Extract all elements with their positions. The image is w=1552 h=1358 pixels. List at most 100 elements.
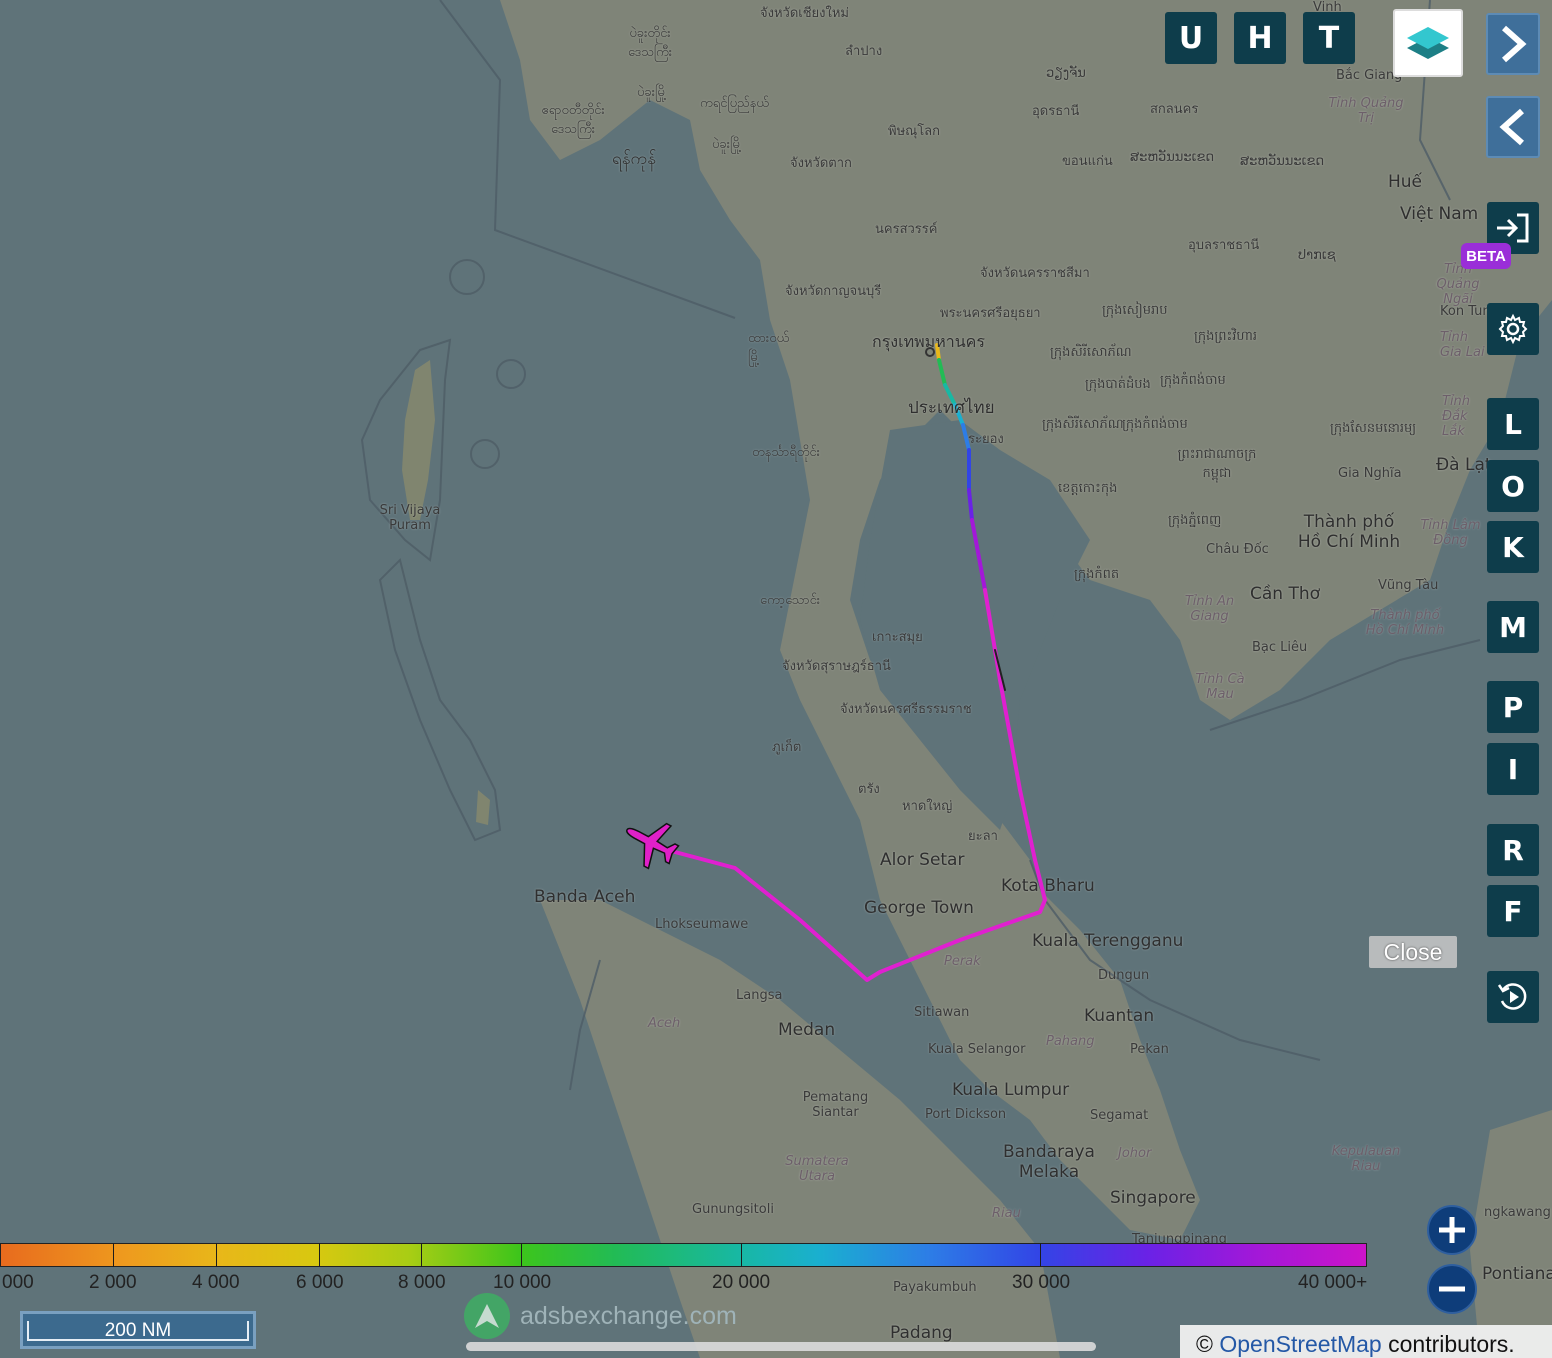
legend-label: 20 000 — [712, 1272, 771, 1293]
place-kampong-thom: ក្រុងកំពង់ចាម — [1122, 417, 1188, 432]
place-battambang: ក្រុងបាត់ដំបង — [1085, 377, 1151, 392]
zoom-out-button[interactable] — [1427, 1264, 1477, 1314]
chevron-right-icon — [1502, 25, 1527, 63]
place-phuket: ภูเก็ต — [772, 740, 802, 755]
place-langsa: Langsa — [736, 988, 783, 1003]
place-pakse: ປາກເຊ — [1298, 248, 1336, 263]
place-hpa-an: ပဲခူးမြို့ — [712, 137, 742, 152]
place-port-dickson: Port Dickson — [925, 1107, 1007, 1122]
legend-tick — [521, 1243, 522, 1267]
place-kota-bharu: Kota Bharu — [1001, 876, 1095, 896]
map-attribution: © OpenStreetMap contributors. — [1180, 1325, 1552, 1358]
place-phitsanulok: พิษณุโลก — [888, 124, 941, 139]
adsbexchange-brand[interactable]: adsbexchange.com — [464, 1292, 737, 1340]
key-k-button[interactable]: K — [1487, 521, 1539, 573]
collapse-panel-button[interactable] — [1486, 96, 1540, 158]
place-ayeyarwady: ဧရာဝတီတိုင်း ဒေသကြီး — [541, 103, 605, 137]
expand-panel-button[interactable] — [1486, 13, 1540, 75]
place-segamat: Segamat — [1090, 1108, 1149, 1123]
zoom-in-button[interactable] — [1427, 1205, 1477, 1255]
place-savannakhet-2: ສະຫວັນນະເຂດ — [1240, 154, 1325, 169]
place-banda-aceh: Banda Aceh — [534, 887, 636, 907]
legend-label: 30 000 — [1012, 1272, 1071, 1293]
place-pematang: Pematang Siantar — [802, 1090, 869, 1120]
place-kepulauan-riau: Kepulauan Riau — [1331, 1144, 1401, 1174]
legend-tick — [216, 1243, 217, 1267]
legend-label: 2 000 — [89, 1272, 137, 1293]
h-button[interactable]: H — [1234, 12, 1286, 64]
attribution-suffix: contributors. — [1388, 1331, 1515, 1357]
place-pursat: ក្រុងសិរីសោភ័ណ — [1042, 417, 1124, 432]
place-tanintharyi: တနင်္သာရီတိုင်း — [752, 445, 820, 460]
place-nakhon-sawan: นครสวรรค์ — [875, 222, 938, 237]
place-tinh-ca-mau: Tỉnh Cà Mau — [1195, 672, 1245, 702]
place-medan: Medan — [778, 1020, 836, 1040]
place-lhokseumawe: Lhokseumawe — [655, 917, 749, 932]
place-phnom-penh: ក្រុងភ្នំពេញ — [1168, 513, 1222, 528]
settings-button[interactable] — [1487, 303, 1539, 355]
close-button[interactable]: Close — [1369, 936, 1457, 968]
place-riau: Riau — [992, 1206, 1021, 1221]
key-o-button[interactable]: O — [1487, 460, 1539, 512]
layers-button[interactable] — [1393, 9, 1463, 77]
legend-label: 40 000+ — [1298, 1272, 1368, 1293]
place-yala: ยะลา — [968, 829, 998, 844]
legend-tick — [319, 1243, 320, 1267]
key-l-button[interactable]: L — [1487, 398, 1539, 450]
place-pontianak: Pontiana — [1482, 1264, 1552, 1284]
place-sri-vijaya: Sri Vijaya Puram — [379, 503, 441, 533]
place-hcmc: Thành phố Hồ Chí Minh — [1297, 512, 1401, 552]
key-m-button[interactable]: M — [1487, 601, 1539, 653]
place-lampang: ลำปาง — [845, 44, 883, 59]
openstreetmap-link[interactable]: OpenStreetMap — [1219, 1331, 1381, 1357]
legend-label: 4 000 — [192, 1272, 240, 1293]
plus-icon — [1439, 1217, 1465, 1243]
place-yangon: ရန်ကုန် — [612, 149, 656, 169]
place-thailand: ประเทศไทย — [908, 398, 995, 418]
place-da-lat: Đà Lạt — [1436, 455, 1492, 475]
horizontal-scrollbar[interactable] — [466, 1342, 1096, 1351]
key-r-button[interactable]: R — [1487, 824, 1539, 876]
place-surat-thani: จังหวัดสุราษฎร์ธานี — [782, 659, 891, 674]
place-hue: Huế — [1388, 172, 1423, 192]
place-mondulkiri: ក្រុងសែនមនោរម្យ — [1330, 421, 1417, 436]
key-i-button[interactable]: I — [1487, 743, 1539, 795]
place-karen: ကရင်ပြည်နယ် — [700, 96, 769, 111]
place-kuala-lumpur: Kuala Lumpur — [952, 1080, 1070, 1100]
place-bac-lieu: Bạc Liêu — [1252, 640, 1308, 655]
legend-tick — [741, 1243, 742, 1267]
place-sakon: สกลนคร — [1150, 102, 1199, 117]
legend-tick — [421, 1243, 422, 1267]
place-ubon: อุบลราชธานี — [1188, 238, 1260, 253]
place-sumatera-utara: Sumatera Utara — [785, 1154, 849, 1184]
legend-tick — [113, 1243, 114, 1267]
map-canvas[interactable] — [0, 0, 1552, 1358]
place-sisophon: ក្រុងសិរីសោភ័ណ — [1050, 345, 1132, 360]
place-ko-samui: เกาะสมุย — [872, 630, 923, 645]
place-rayong: ระยอง — [968, 432, 1004, 447]
place-kratie: ក្រុងព្រះវិហារ — [1194, 329, 1257, 344]
altitude-colorbar — [0, 1243, 1367, 1267]
place-payakumbuh: Payakumbuh — [893, 1280, 977, 1295]
place-kuala-terengganu: Kuala Terengganu — [1032, 931, 1184, 951]
key-f-button[interactable]: F — [1487, 885, 1539, 937]
scale-bar: 200 NM — [20, 1311, 256, 1349]
u-button[interactable]: U — [1165, 12, 1217, 64]
place-george-town: George Town — [864, 898, 974, 918]
place-johor: Johor — [1118, 1146, 1152, 1161]
place-viet-nam: Việt Nam — [1400, 204, 1479, 224]
place-pahang: Pahang — [1046, 1034, 1095, 1049]
replay-button[interactable] — [1487, 971, 1539, 1023]
place-chau-doc: Châu Đốc — [1206, 542, 1269, 557]
t-button[interactable]: T — [1303, 12, 1355, 64]
place-trang: ตรัง — [858, 782, 880, 797]
key-p-button[interactable]: P — [1487, 681, 1539, 733]
place-cambodia: ព្រះរាជាណាចក្រ កម្ពុជា — [1177, 447, 1257, 481]
place-tinh-gia-lai: Tỉnh Gia Lai — [1440, 330, 1485, 360]
scale-label: 200 NM — [104, 1320, 172, 1341]
place-vientiane: ວຽງຈັນ — [1046, 66, 1086, 81]
brand-name: adsbexchange.com — [520, 1301, 737, 1330]
place-melaka: Bandaraya Melaka — [1003, 1142, 1095, 1182]
place-gia-nghia: Gia Nghĩa — [1338, 466, 1402, 481]
place-tp-hcm: Thành phố Hồ Chí Minh — [1365, 608, 1445, 638]
